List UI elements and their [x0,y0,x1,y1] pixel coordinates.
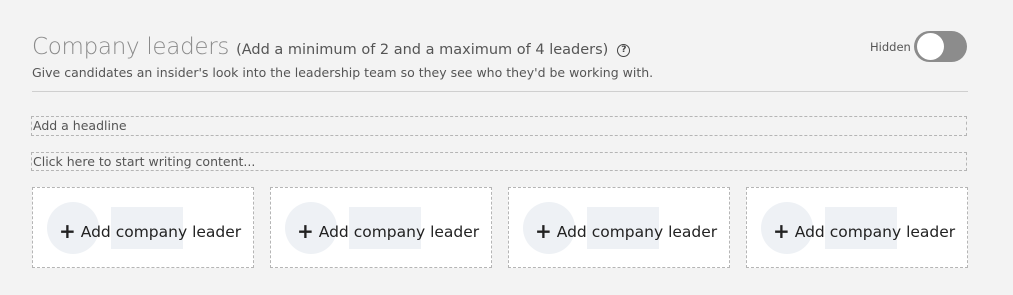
plus-icon: + [59,219,76,243]
divider [32,91,968,92]
add-leader-button[interactable]: + Add company leader [297,218,480,243]
add-leader-button[interactable]: + Add company leader [773,218,956,243]
help-icon[interactable]: ? [617,44,631,57]
section-description: Give candidates an insider's look into t… [32,65,654,80]
visibility-toggle[interactable] [914,31,967,62]
plus-icon: + [535,219,552,243]
add-leader-label: Add company leader [80,223,242,241]
add-leader-card-4[interactable]: + Add company leader [746,187,968,268]
add-leader-button[interactable]: + Add company leader [59,218,242,243]
toggle-knob [917,33,944,60]
add-leader-card-3[interactable]: + Add company leader [508,187,730,268]
add-leader-button[interactable]: + Add company leader [535,218,718,243]
headline-input[interactable]: Add a headline [31,116,967,136]
add-leader-label: Add company leader [794,223,956,241]
section-note: (Add a minimum of 2 and a maximum of 4 l… [236,42,609,58]
title-row: Company leaders (Add a minimum of 2 and … [32,34,631,60]
content-editor[interactable]: Click here to start writing content... [31,152,967,171]
plus-icon: + [773,219,790,243]
add-leader-label: Add company leader [318,223,480,241]
add-leader-card-2[interactable]: + Add company leader [270,187,492,268]
visibility-toggle-label: Hidden [870,40,911,54]
section-title: Company leaders [32,34,230,60]
add-leader-label: Add company leader [556,223,718,241]
add-leader-card-1[interactable]: + Add company leader [32,187,254,268]
plus-icon: + [297,219,314,243]
